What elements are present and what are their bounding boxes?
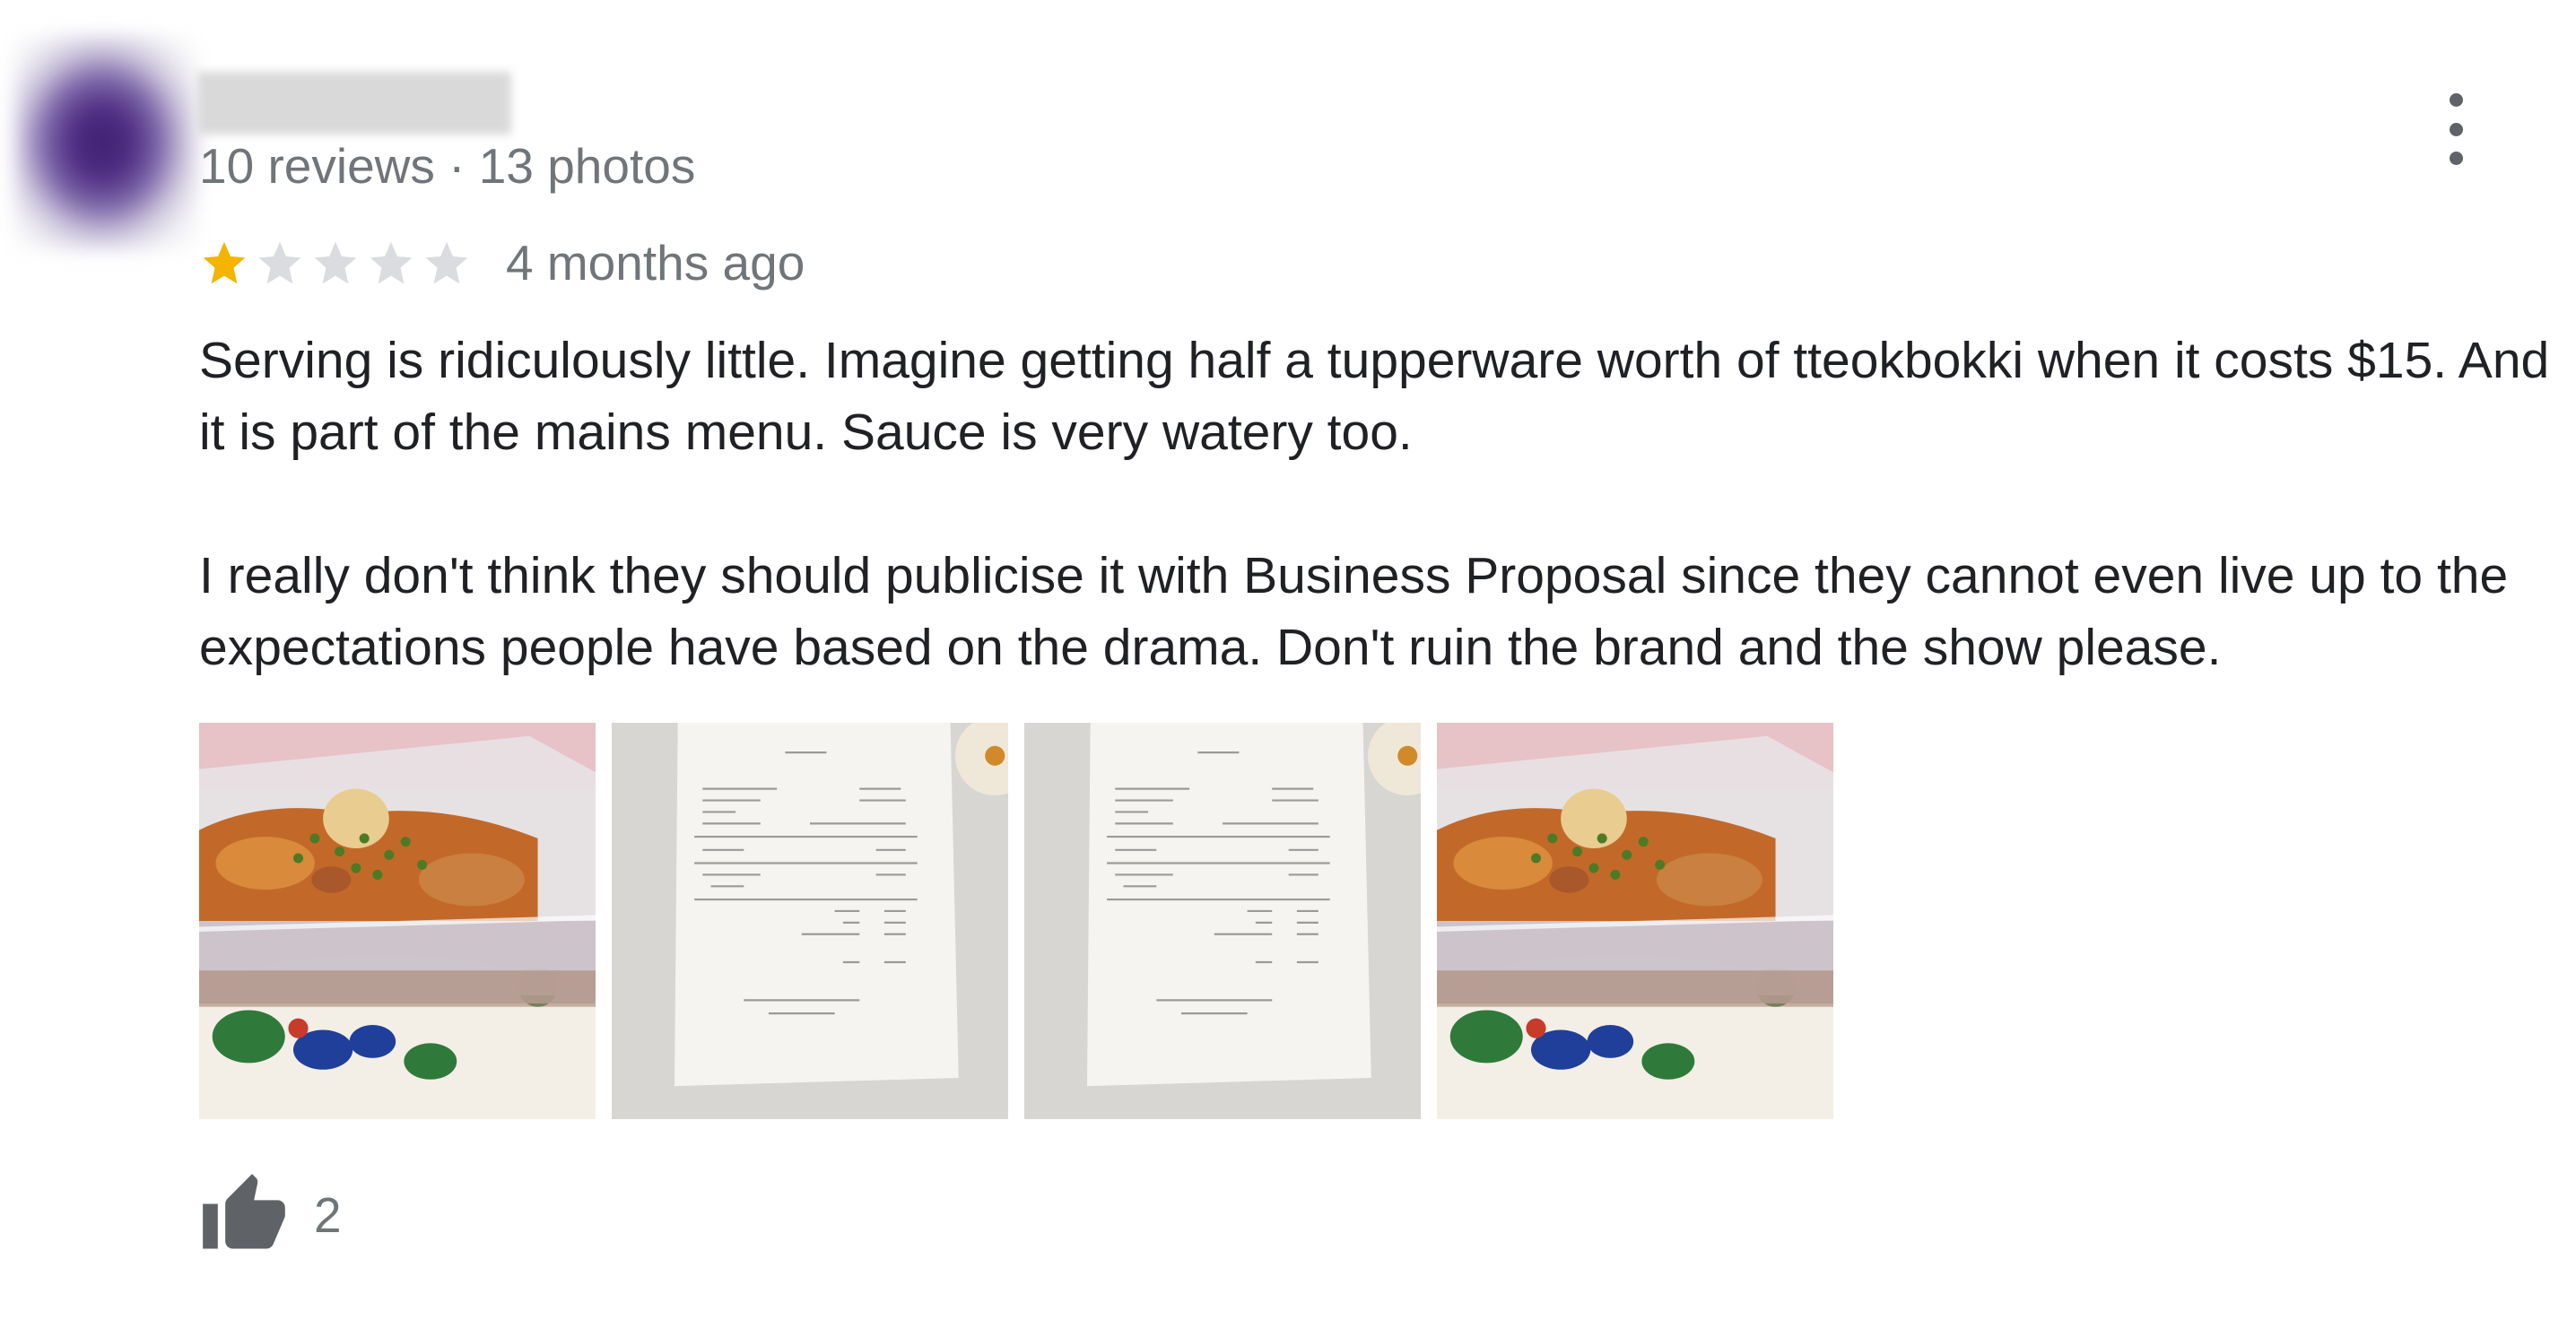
more-vert-icon bbox=[2449, 93, 2463, 107]
star-icon bbox=[203, 241, 246, 284]
review-paragraph-1: Serving is ridiculously little. Imagine … bbox=[199, 332, 2550, 461]
review-date: 4 months ago bbox=[506, 235, 805, 291]
like-count: 2 bbox=[314, 1187, 342, 1243]
review-text: Serving is ridiculously little. Imagine … bbox=[199, 325, 2567, 683]
star-icon bbox=[258, 241, 301, 284]
review-photo-receipt[interactable] bbox=[1024, 723, 1421, 1119]
star-rating bbox=[199, 238, 472, 288]
like-row: 2 bbox=[199, 1170, 342, 1260]
reviewer-stats: 10 reviews · 13 photos bbox=[199, 138, 696, 194]
rating-row: 4 months ago bbox=[199, 231, 805, 294]
more-options-button[interactable] bbox=[2431, 93, 2481, 165]
star-icon bbox=[425, 241, 468, 284]
star-icon bbox=[314, 241, 357, 284]
star-icon bbox=[370, 241, 413, 284]
review-paragraph-2: I really don't think they should publici… bbox=[199, 547, 2509, 676]
review-photo-receipt[interactable] bbox=[612, 723, 1008, 1119]
thumb-up-icon[interactable] bbox=[199, 1170, 289, 1260]
reviewer-name-redacted[interactable] bbox=[197, 72, 511, 135]
avatar[interactable] bbox=[14, 36, 197, 249]
review-photo-food[interactable] bbox=[199, 723, 596, 1119]
review-photos bbox=[199, 723, 1833, 1119]
review-photo-food[interactable] bbox=[1437, 723, 1833, 1119]
